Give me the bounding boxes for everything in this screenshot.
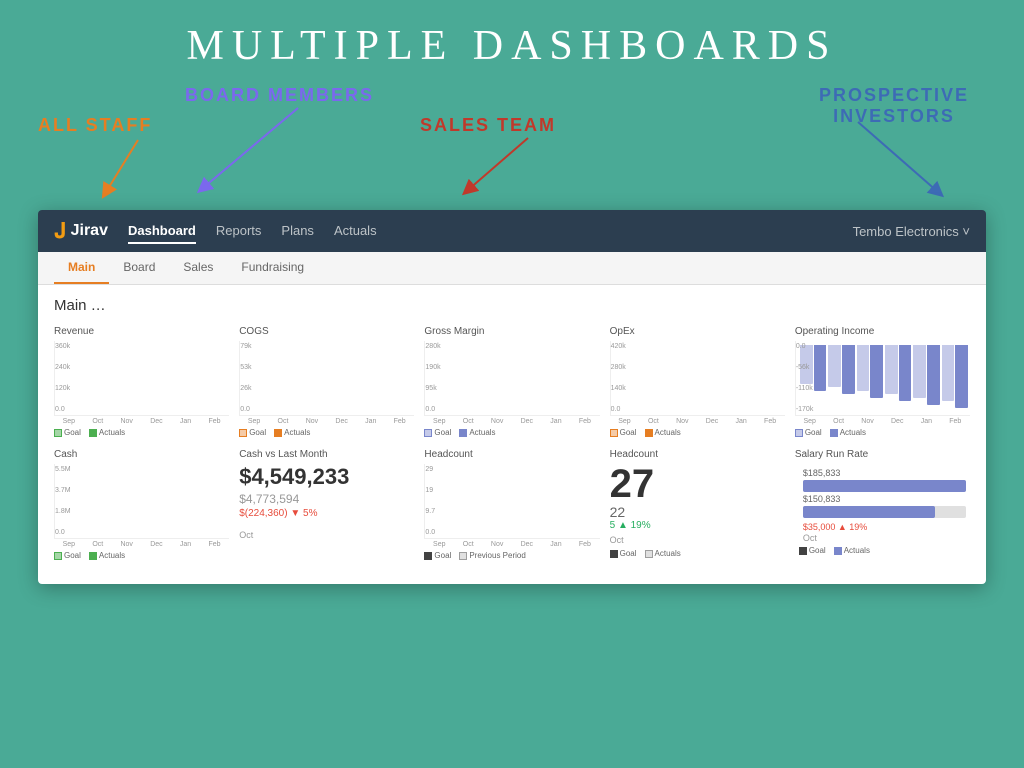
chart-revenue-title: Revenue [54,326,229,337]
nav-link-reports[interactable]: Reports [216,219,262,244]
logo: 𝐉 Jirav [54,218,108,244]
chart-headcount-title: Headcount [424,449,599,460]
salary-bar2-label: $150,833 [803,494,966,504]
cash-x-label: Oct [239,530,253,540]
chart-opex-title: OpEx [610,326,785,337]
cash-main-value: $4,549,233 [239,464,414,490]
charts-row-2: Cash 5.5M3.7M1.8M0.0 SepOctNovDecJanFeb … [54,449,970,560]
nav-bar: 𝐉 Jirav Dashboard Reports Plans Actuals … [38,210,986,252]
headcount-big-sub: 22 [610,504,785,520]
headcount-big-main: 27 [610,464,785,504]
label-all-staff: ALL STAFF [38,115,152,136]
sub-tab-main[interactable]: Main [54,252,109,284]
chart-gross-margin-title: Gross Margin [424,326,599,337]
dashboard-content: Main … Revenue 360k240k120k0.0 SepOctNov… [38,285,986,584]
chart-opex: OpEx 420k280k140k0.0 SepOctNovDecJanFeb … [610,326,785,437]
nav-link-plans[interactable]: Plans [281,219,314,244]
chart-salary-run-rate: Salary Run Rate $185,833 $150,833 $35,00… [795,449,970,560]
cash-change-value: $(224,360) ▼ 5% [239,508,414,519]
label-sales-team: SALES TEAM [420,115,556,136]
chart-operating-income-title: Operating Income [795,326,970,337]
label-prospective-investors: PROSPECTIVE INVESTORS [819,85,969,127]
salary-x-label: Oct [795,533,970,543]
chart-cash: Cash 5.5M3.7M1.8M0.0 SepOctNovDecJanFeb … [54,449,229,560]
logo-giraffe-icon: 𝐉 [54,218,67,244]
nav-company[interactable]: Tembo Electronics ˅ [853,224,970,239]
sub-tabs: Main Board Sales Fundraising [38,252,986,285]
nav-links: Dashboard Reports Plans Actuals [128,219,853,244]
salary-bar1-label: $185,833 [803,468,966,478]
section-title: Main … [54,297,970,314]
chart-headcount: Headcount 29199.70.0 SepOctNovDecJanFeb … [424,449,599,560]
dashboard-wrapper: 𝐉 Jirav Dashboard Reports Plans Actuals … [38,210,986,584]
salary-title: Salary Run Rate [795,449,970,460]
chart-operating-income: Operating Income 0.0-56k-110k-170k [795,326,970,437]
headcount-big-change: 5 ▲ 19% [610,520,785,531]
headcount-big-title: Headcount [610,449,785,460]
charts-row-1: Revenue 360k240k120k0.0 SepOctNovDecJanF… [54,326,970,437]
chart-cash-title: Cash [54,449,229,460]
chart-headcount-big: Headcount 27 22 5 ▲ 19% Oct Goal Actuals [610,449,785,560]
nav-link-actuals[interactable]: Actuals [334,219,377,244]
headcount-x-label: Oct [610,535,785,545]
cash-vs-title: Cash vs Last Month [239,449,414,460]
page-title: MULTIPLE DASHBOARDS [0,0,1024,80]
chart-revenue: Revenue 360k240k120k0.0 SepOctNovDecJanF… [54,326,229,437]
chart-gross-margin: Gross Margin 280k190k95k0.0 SepOctNovDec… [424,326,599,437]
nav-link-dashboard[interactable]: Dashboard [128,219,196,244]
label-board-members: BOARD MEMBERS [185,85,374,106]
chart-cogs-title: COGS [239,326,414,337]
logo-text: Jirav [71,222,108,240]
sub-tab-sales[interactable]: Sales [169,252,227,284]
sub-tab-fundraising[interactable]: Fundraising [227,252,318,284]
cash-sub-value: $4,773,594 [239,492,414,506]
sub-tab-board[interactable]: Board [109,252,169,284]
chart-cogs: COGS 79k53k26k0.0 SepOctNovDecJanFeb Goa… [239,326,414,437]
chart-cash-vs-last-month: Cash vs Last Month $4,549,233 $4,773,594… [239,449,414,560]
salary-change: $35,000 ▲ 19% [795,522,970,532]
